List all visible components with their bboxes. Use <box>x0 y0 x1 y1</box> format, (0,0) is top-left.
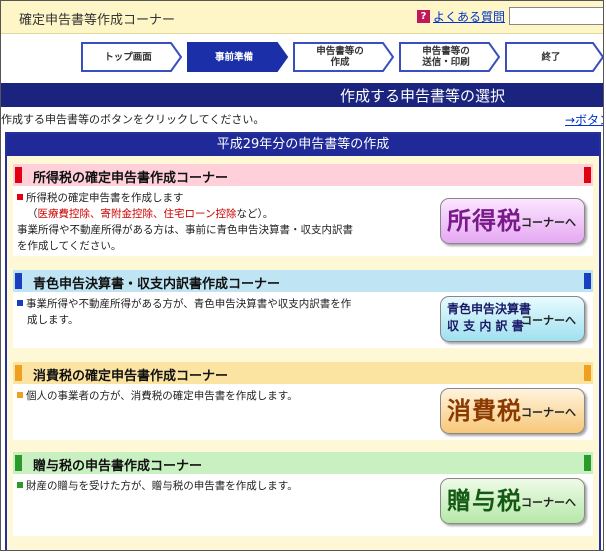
description-line: 事業所得や不動産所得がある方は、事前に青色申告決算書・収支内訳書 <box>17 224 353 236</box>
section-title: 青色申告決算書・収支内訳書作成コーナー <box>33 277 281 292</box>
button-label: 青色申告決算書 <box>447 302 532 316</box>
section-accent-bar <box>584 167 591 183</box>
step-create: 申告書等の 作成 <box>293 42 395 72</box>
section-accent-bar <box>15 273 22 289</box>
app-window: 確定申告書等作成コーナー ? よくある質問 トップ画面 事前準備 申告書等の 作成… <box>0 0 604 551</box>
step-label: 申告書等の <box>422 46 470 57</box>
section-accent-bar <box>584 273 591 289</box>
section-header: 青色申告決算書・収支内訳書作成コーナー <box>13 270 593 292</box>
description-line: を作成してください。 <box>17 240 122 252</box>
button-label: 贈与税 <box>447 487 522 515</box>
faq-link[interactable]: よくある質問 <box>433 8 505 25</box>
deduction-list: 医療費控除、寄附金控除、住宅ローン控除 <box>37 208 237 220</box>
button-label: 所得税 <box>447 207 522 235</box>
selection-panel: 平成29年分の申告書等の作成 所得税の確定申告書作成コーナー 所得税の確定申告書… <box>5 132 601 550</box>
bullet-icon <box>17 482 23 488</box>
faq-link-group[interactable]: ? よくある質問 <box>417 8 505 25</box>
step-label: トップ画面 <box>104 51 152 63</box>
bullet-icon <box>17 300 23 306</box>
button-help-link[interactable]: →ボタン <box>565 111 603 128</box>
panel-title: 平成29年分の申告書等の作成 <box>7 134 599 156</box>
description-line: （医療費控除、寄附金控除、住宅ローン控除など）。 <box>27 208 274 220</box>
section-body: 事業所得や不動産所得がある方が、青色申告決算書や収支内訳書を作 成します。 青色… <box>13 292 593 348</box>
bullet-icon <box>17 392 23 398</box>
question-icon[interactable]: ? <box>417 10 430 23</box>
step-label: 送信・印刷 <box>422 57 470 68</box>
section-title: 消費税の確定申告書作成コーナー <box>33 369 229 384</box>
page-title-banner: 作成する申告書等の選択 <box>1 83 603 107</box>
app-title: 確定申告書等作成コーナー <box>19 13 176 28</box>
page-title: 作成する申告書等の選択 <box>339 87 505 105</box>
blue-return-corner-button[interactable]: 青色申告決算書収 支 内 訳 書 コーナーへ <box>440 296 585 342</box>
section-gift-tax: 贈与税の申告書作成コーナー 財産の贈与を受けた方が、贈与税の申告書を作成します。… <box>13 452 593 536</box>
progress-steps: トップ画面 事前準備 申告書等の 作成 申告書等の 送信・印刷 終了 <box>1 34 603 82</box>
step-preparation: 事前準備 <box>187 42 289 72</box>
section-title: 所得税の確定申告書作成コーナー <box>33 171 229 186</box>
section-blue-return: 青色申告決算書・収支内訳書作成コーナー 事業所得や不動産所得がある方が、青色申告… <box>13 270 593 350</box>
bullet-icon <box>17 194 23 200</box>
button-sublabel: コーナーへ <box>521 216 576 229</box>
button-sublabel: コーナーへ <box>521 496 576 509</box>
section-body: 所得税の確定申告書を作成します （医療費控除、寄附金控除、住宅ローン控除など）。… <box>13 186 593 256</box>
instruction-text: 作成する申告書等のボタンをクリックしてください。 <box>1 113 265 126</box>
section-header: 所得税の確定申告書作成コーナー <box>13 164 593 186</box>
button-sublabel: コーナーへ <box>521 406 576 419</box>
description-line: 成します。 <box>27 314 79 326</box>
step-label: 作成 <box>330 57 350 68</box>
step-label: 申告書等の <box>316 46 364 57</box>
description-line: 所得税の確定申告書を作成します <box>17 190 184 205</box>
search-input[interactable] <box>509 7 603 25</box>
step-label: 事前準備 <box>214 51 253 63</box>
step-finish: 終了 <box>505 42 603 72</box>
section-accent-bar <box>15 167 22 183</box>
section-body: 財産の贈与を受けた方が、贈与税の申告書を作成します。 贈与税 コーナーへ <box>13 474 593 536</box>
section-accent-bar <box>584 365 591 381</box>
step-top[interactable]: トップ画面 <box>81 42 183 72</box>
step-label: 終了 <box>541 51 561 63</box>
section-title: 贈与税の申告書作成コーナー <box>33 459 203 474</box>
button-sublabel: コーナーへ <box>521 314 576 327</box>
gift-tax-corner-button[interactable]: 贈与税 コーナーへ <box>440 478 585 524</box>
description-line: 事業所得や不動産所得がある方が、青色申告決算書や収支内訳書を作 <box>17 296 351 311</box>
description-line: 個人の事業者の方が、消費税の確定申告書を作成します。 <box>17 388 298 403</box>
top-bar: 確定申告書等作成コーナー ? よくある質問 <box>1 1 603 34</box>
section-header: 贈与税の申告書作成コーナー <box>13 452 593 474</box>
section-accent-bar <box>584 455 591 471</box>
section-accent-bar <box>15 455 22 471</box>
consumption-tax-corner-button[interactable]: 消費税 コーナーへ <box>440 388 585 434</box>
section-accent-bar <box>15 365 22 381</box>
button-label: 収 支 内 訳 書 <box>447 319 524 333</box>
income-tax-corner-button[interactable]: 所得税 コーナーへ <box>440 198 585 244</box>
section-body: 個人の事業者の方が、消費税の確定申告書を作成します。 消費税 コーナーへ <box>13 384 593 440</box>
section-header: 消費税の確定申告書作成コーナー <box>13 362 593 384</box>
section-income-tax: 所得税の確定申告書作成コーナー 所得税の確定申告書を作成します （医療費控除、寄… <box>13 164 593 256</box>
description-line: 財産の贈与を受けた方が、贈与税の申告書を作成します。 <box>17 478 298 493</box>
section-consumption-tax: 消費税の確定申告書作成コーナー 個人の事業者の方が、消費税の確定申告書を作成しま… <box>13 362 593 440</box>
button-label: 消費税 <box>447 397 522 425</box>
step-send-print: 申告書等の 送信・印刷 <box>399 42 501 72</box>
